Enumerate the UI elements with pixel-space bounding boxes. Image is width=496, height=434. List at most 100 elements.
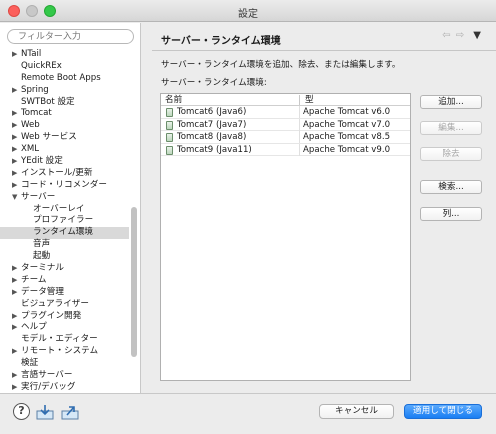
- collapsed-arrow-icon[interactable]: ▶: [12, 180, 17, 192]
- collapsed-arrow-icon[interactable]: ▶: [12, 370, 17, 382]
- filter-input[interactable]: [7, 29, 134, 44]
- tree-item-label: ターミナル: [21, 263, 64, 274]
- collapsed-arrow-icon[interactable]: ▶: [12, 311, 17, 323]
- view-menu-icon[interactable]: ▼: [473, 30, 482, 41]
- add-button[interactable]: 追加...: [420, 95, 482, 109]
- tree-item[interactable]: ▶ XML: [0, 144, 129, 156]
- tree-item[interactable]: ▼ サーバー: [0, 192, 129, 204]
- collapsed-arrow-icon[interactable]: ▶: [12, 132, 17, 144]
- table-row[interactable]: Tomcat7 (Java7) Apache Tomcat v7.0: [161, 118, 410, 132]
- tree-item-label: コード・リコメンダー: [21, 179, 107, 190]
- preferences-tree: ▶ NTail QuickREx Remote Boot Apps ▶ Spring SWT…: [0, 49, 129, 394]
- column-header-name[interactable]: 名前: [165, 94, 182, 106]
- tree-item[interactable]: ▶ Tomcat: [0, 108, 129, 120]
- tree-item[interactable]: ▶ 言語サーバー: [0, 370, 129, 382]
- collapsed-arrow-icon[interactable]: ▶: [12, 263, 17, 275]
- tree-item-label: Web: [21, 120, 40, 131]
- tree-item-label: 検証: [21, 358, 39, 369]
- runtime-icon: [166, 120, 173, 130]
- tree-item[interactable]: QuickREx: [0, 61, 129, 73]
- expanded-arrow-icon[interactable]: ▼: [12, 192, 17, 204]
- table-row[interactable]: Tomcat8 (Java8) Apache Tomcat v8.5: [161, 131, 410, 144]
- sidebar-scrollbar[interactable]: [129, 49, 139, 389]
- table-row[interactable]: Tomcat6 (Java6) Apache Tomcat v6.0: [161, 106, 410, 119]
- tree-item[interactable]: ▶ YEdit 設定: [0, 156, 129, 168]
- tree-item[interactable]: 起動: [0, 251, 129, 263]
- tree-item-label: リモート・システム: [21, 346, 99, 357]
- runtime-name: Tomcat8 (Java8): [177, 132, 247, 143]
- collapsed-arrow-icon[interactable]: ▶: [12, 108, 17, 120]
- tree-item-label: インストール/更新: [21, 167, 93, 178]
- tree-item-label: Spring: [21, 84, 49, 95]
- title-bar: 設定: [0, 0, 496, 22]
- preferences-sidebar: ▶ NTailQuickRExRemote Boot Apps ▶ Spring SWT…: [0, 23, 141, 393]
- table-body: Tomcat6 (Java6) Apache Tomcat v6.0 Tomcat7…: [161, 106, 410, 157]
- runtime-icon: [166, 133, 173, 143]
- tree-item[interactable]: ▶ Spring: [0, 85, 129, 97]
- remove-button[interactable]: 除去: [420, 147, 482, 161]
- table-row[interactable]: Tomcat9 (Java11) Apache Tomcat v9.0: [161, 143, 410, 157]
- tree-item[interactable]: Remote Boot Apps: [0, 73, 129, 85]
- tree-item[interactable]: オーバーレイ: [0, 204, 129, 216]
- tree-item[interactable]: ▶ チーム: [0, 275, 129, 287]
- collapsed-arrow-icon[interactable]: ▶: [12, 85, 17, 97]
- tree-item[interactable]: ▶ インストール/更新: [0, 168, 129, 180]
- column-divider: [299, 106, 300, 118]
- page-navigation: ⇦ ⇨ ▼: [442, 30, 482, 41]
- tree-item-label: 実行/デバッグ: [21, 381, 76, 392]
- tree-item[interactable]: ▶ ターミナル: [0, 263, 129, 275]
- column-divider[interactable]: [299, 95, 300, 105]
- collapsed-arrow-icon[interactable]: ▶: [12, 120, 17, 132]
- collapsed-arrow-icon[interactable]: ▶: [12, 287, 17, 299]
- window-title: 設定: [238, 9, 258, 20]
- collapsed-arrow-icon[interactable]: ▶: [12, 322, 17, 334]
- tree-item[interactable]: ▶ データ管理: [0, 287, 129, 299]
- tree-item[interactable]: ▶ コード・リコメンダー: [0, 180, 129, 192]
- runtime-list-label: サーバー・ランタイム環境:: [161, 78, 267, 88]
- collapsed-arrow-icon[interactable]: ▶: [12, 275, 17, 287]
- tree-item[interactable]: ▶ NTail: [0, 49, 129, 61]
- cancel-button[interactable]: キャンセル: [319, 404, 394, 419]
- scrollbar-thumb[interactable]: [131, 207, 137, 357]
- runtime-name: Tomcat7 (Java7): [177, 119, 247, 130]
- tree-item[interactable]: ▶ Web: [0, 120, 129, 132]
- collapsed-arrow-icon[interactable]: ▶: [12, 168, 17, 180]
- tree-item[interactable]: ビジュアライザー: [0, 299, 129, 311]
- apply-and-close-button[interactable]: 適用して閉じる: [404, 404, 482, 419]
- tree-item[interactable]: ▶ ヘルプ: [0, 322, 129, 334]
- tree-item[interactable]: 検証: [0, 358, 129, 370]
- collapsed-arrow-icon[interactable]: ▶: [12, 49, 17, 61]
- tree-item-label: プロファイラー: [33, 215, 94, 226]
- tree-item-label: モデル・エディター: [21, 334, 98, 345]
- tree-item[interactable]: モデル・エディター: [0, 334, 129, 346]
- edit-button[interactable]: 編集...: [420, 121, 482, 135]
- back-arrow-icon[interactable]: ⇦: [442, 30, 451, 41]
- tree-item-label: データ管理: [21, 286, 64, 297]
- tree-item[interactable]: SWTBot 設定: [0, 97, 129, 109]
- runtime-table: 名前 型 Tomcat6 (Java6) Apache Tomcat v6.0 To…: [160, 93, 411, 381]
- tree-item-label: チーム: [21, 274, 47, 285]
- column-header-type[interactable]: 型: [305, 94, 314, 106]
- preference-page: サーバー・ランタイム環境 ⇦ ⇨ ▼ サーバー・ランタイム環境を追加、除去、また…: [152, 23, 496, 393]
- search-button[interactable]: 検索...: [420, 180, 482, 194]
- tree-item[interactable]: 音声: [0, 239, 129, 251]
- export-icon[interactable]: [61, 404, 79, 420]
- runtime-icon: [166, 145, 173, 155]
- tree-item-label: QuickREx: [21, 60, 62, 71]
- tree-item[interactable]: プロファイラー: [0, 215, 129, 227]
- runtime-name: Tomcat6 (Java6): [177, 107, 247, 117]
- collapsed-arrow-icon[interactable]: ▶: [12, 156, 17, 168]
- help-icon[interactable]: ?: [13, 403, 30, 420]
- tree-item-label: Web サービス: [21, 132, 77, 143]
- tree-item-label: Remote Boot Apps: [21, 72, 101, 83]
- tree-item[interactable]: ▶ Web サービス: [0, 132, 129, 144]
- import-icon[interactable]: [36, 404, 54, 420]
- tree-item[interactable]: ▶ プラグイン開発: [0, 311, 129, 323]
- collapsed-arrow-icon[interactable]: ▶: [12, 346, 17, 358]
- collapsed-arrow-icon[interactable]: ▶: [12, 144, 17, 156]
- tree-item[interactable]: ▶ リモート・システム: [0, 346, 129, 358]
- tree-item[interactable]: ランタイム環境: [0, 227, 129, 240]
- forward-arrow-icon[interactable]: ⇨: [456, 30, 465, 41]
- page-title: サーバー・ランタイム環境: [161, 36, 281, 47]
- columns-button[interactable]: 列...: [420, 207, 482, 221]
